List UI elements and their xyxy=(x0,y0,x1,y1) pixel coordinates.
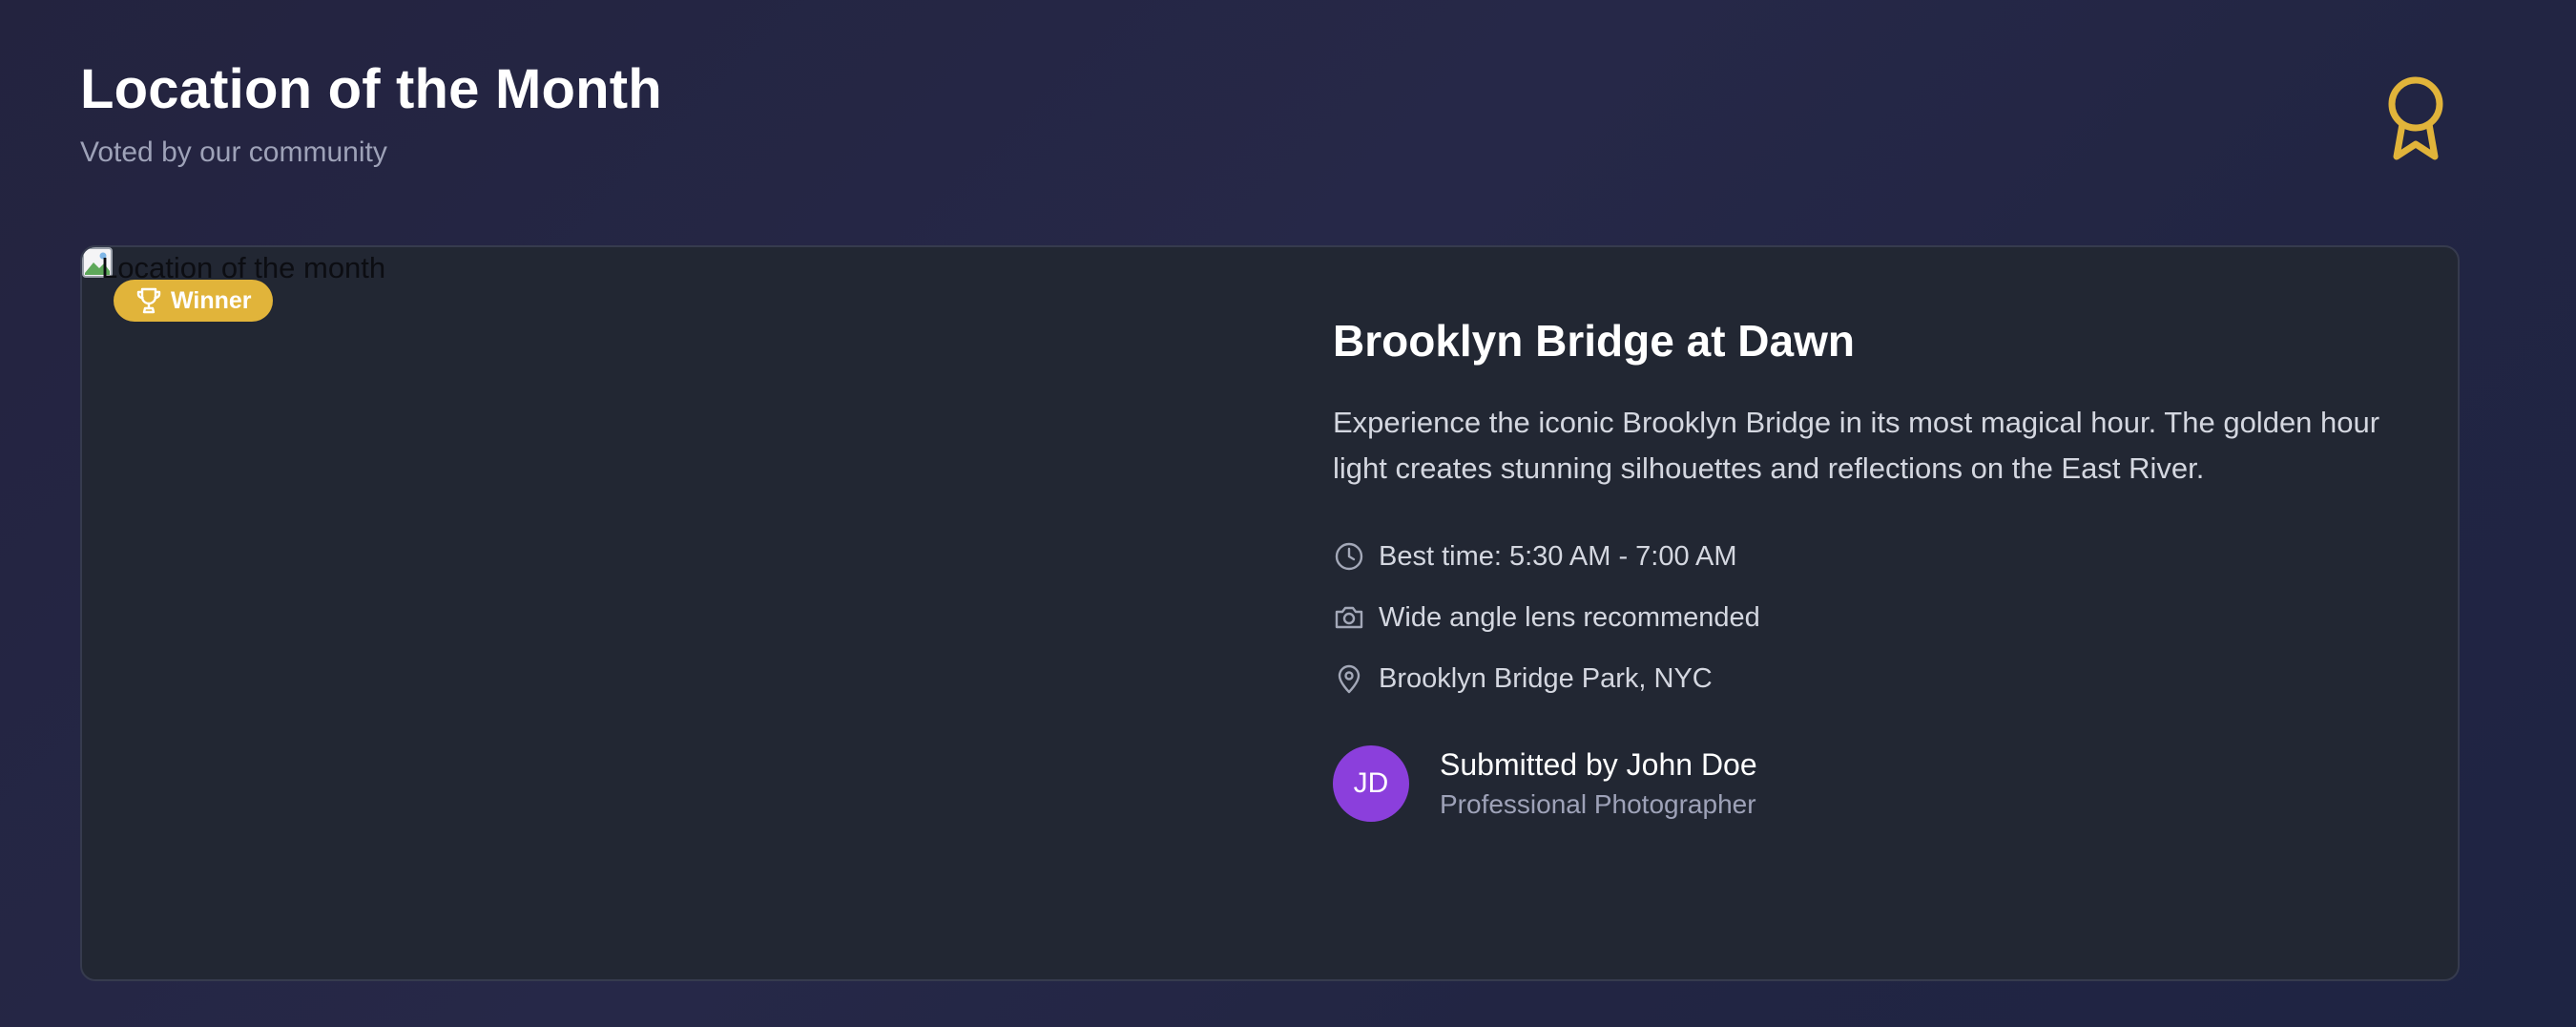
submitter-info: Submitted by John Doe Professional Photo… xyxy=(1440,745,1757,822)
location-description: Experience the iconic Brooklyn Bridge in… xyxy=(1333,406,2380,485)
detail-text: Brooklyn Bridge Park, NYC xyxy=(1379,663,1713,694)
submitter: JD Submitted by John Doe Professional Ph… xyxy=(1333,745,2401,822)
card-content: Brooklyn Bridge at Dawn Experience the i… xyxy=(1333,314,2401,822)
detail-text: Best time: 5:30 AM - 7:00 AM xyxy=(1379,541,1737,572)
detail-best-time: Best time: 5:30 AM - 7:00 AM xyxy=(1333,535,2401,577)
broken-image: Location of the month xyxy=(82,247,397,283)
winner-badge: Winner xyxy=(114,280,273,322)
location-title: Brooklyn Bridge at Dawn xyxy=(1333,316,1855,366)
page-subtitle: Voted by our community xyxy=(80,136,387,168)
location-image: Location of the month Winner xyxy=(82,247,1303,979)
winner-label: Winner xyxy=(171,287,252,314)
detail-location: Brooklyn Bridge Park, NYC xyxy=(1333,658,2401,700)
clock-icon xyxy=(1335,542,1363,571)
detail-lens: Wide angle lens recommended xyxy=(1333,597,2401,639)
award-icon xyxy=(2388,76,2443,160)
camera-icon xyxy=(1335,606,1363,629)
submitter-role: Professional Photographer xyxy=(1440,789,1756,819)
location-card[interactable]: Location of the month Winner Brooklyn Br… xyxy=(80,245,2460,981)
map-pin-icon xyxy=(1338,664,1361,694)
section-header: Location of the Month Voted by our commu… xyxy=(80,55,662,170)
detail-text: Wide angle lens recommended xyxy=(1379,602,1760,633)
trophy-icon xyxy=(136,287,161,314)
page-title: Location of the Month xyxy=(80,58,662,120)
submitter-name: Submitted by John Doe xyxy=(1440,747,1757,782)
details-list: Best time: 5:30 AM - 7:00 AM Wide angle … xyxy=(1333,535,2401,700)
avatar: JD xyxy=(1333,745,1409,822)
